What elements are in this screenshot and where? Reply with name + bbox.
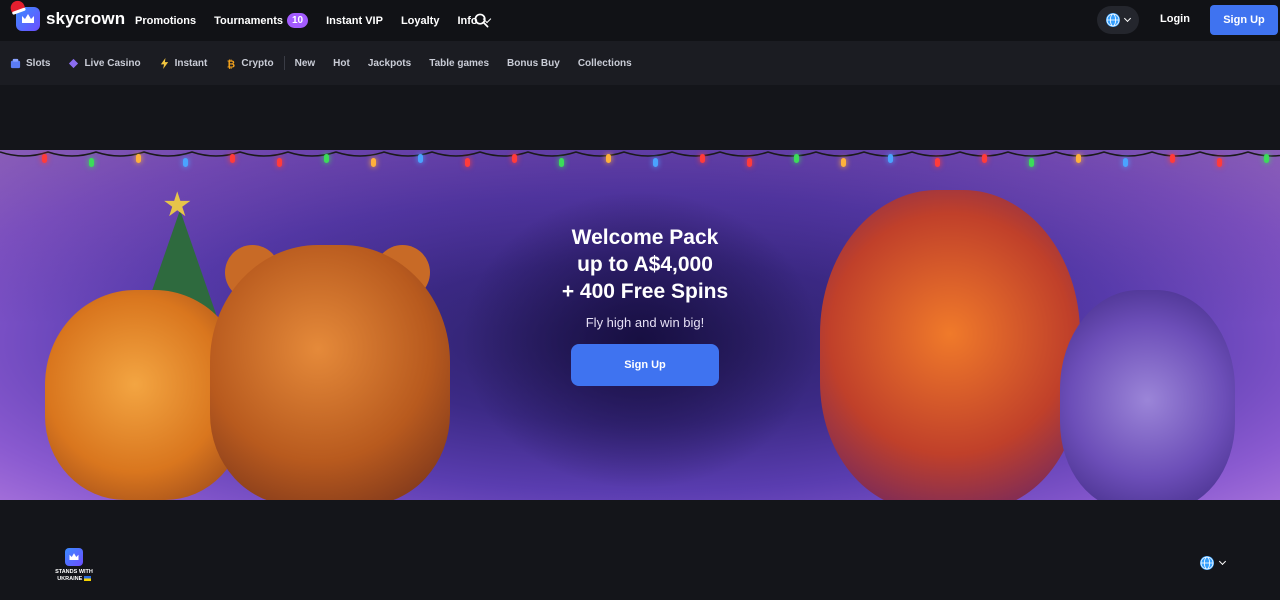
category-live-casino[interactable]: Live Casino xyxy=(68,57,141,69)
category-instant[interactable]: Instant xyxy=(159,57,208,69)
crown-logo-icon xyxy=(8,0,40,31)
light-bulb xyxy=(136,154,141,163)
hero-content: Welcome Pack up to A$4,000 + 400 Free Sp… xyxy=(500,224,790,386)
light-bulb xyxy=(700,154,705,163)
christmas-lights xyxy=(0,150,1280,180)
nav-instant-vip[interactable]: Instant VIP xyxy=(326,15,383,27)
wolf-image xyxy=(1060,290,1235,500)
nav-tournaments[interactable]: Tournaments 10 xyxy=(214,13,309,28)
light-bulb xyxy=(747,158,752,167)
tournaments-count-badge: 10 xyxy=(286,13,309,28)
light-bulb xyxy=(935,158,940,167)
light-bulb xyxy=(1123,158,1128,167)
nav-label: Instant VIP xyxy=(326,14,383,27)
category-label: Jackpots xyxy=(367,57,412,69)
bitcoin-icon: ₿ xyxy=(227,58,235,68)
live-casino-icon xyxy=(69,58,79,68)
light-bulb xyxy=(794,154,799,163)
light-wire xyxy=(0,151,1280,157)
light-bulb xyxy=(1029,158,1034,167)
ukraine-text: STANDS WITH UKRAINE xyxy=(48,569,100,583)
hero-subtitle: Fly high and win big! xyxy=(585,315,705,330)
light-bulb xyxy=(1076,154,1081,163)
category-label: Instant xyxy=(174,57,208,69)
stands-with-ukraine-badge[interactable]: STANDS WITH UKRAINE xyxy=(48,548,100,583)
category-label: Collections xyxy=(577,57,632,69)
light-bulb xyxy=(1264,154,1269,163)
ukraine-text-line: STANDS WITH xyxy=(55,569,93,575)
hero-title-line: + 400 Free Spins xyxy=(561,280,729,303)
light-bulb xyxy=(42,154,47,163)
crown-logo-icon xyxy=(65,548,83,566)
chevron-down-icon xyxy=(1218,557,1227,566)
category-bonus-buy[interactable]: Bonus Buy xyxy=(507,58,560,69)
hero-signup-button[interactable]: Sign Up xyxy=(571,344,719,386)
star-icon: ★ xyxy=(162,186,193,224)
lightning-icon xyxy=(160,57,168,69)
svg-text:₿: ₿ xyxy=(227,58,235,68)
category-new[interactable]: New xyxy=(295,58,316,69)
nav-label: Loyalty xyxy=(400,14,440,27)
light-bulb xyxy=(1170,154,1175,163)
main-nav: Promotions Tournaments 10 Instant VIP Loy… xyxy=(135,0,508,41)
chevron-down-icon xyxy=(1123,14,1132,23)
category-label: Slots xyxy=(26,57,51,69)
category-label: Crypto xyxy=(241,57,274,69)
category-label: Hot xyxy=(333,57,350,69)
light-bulb xyxy=(418,154,423,163)
hero-title-line: Welcome Pack xyxy=(571,226,719,249)
category-slots[interactable]: Slots xyxy=(10,58,50,69)
bear-image xyxy=(210,245,450,500)
nav-promotions[interactable]: Promotions xyxy=(135,15,196,27)
nav-label: Promotions xyxy=(135,14,197,27)
logo-text: skycrown xyxy=(46,9,126,28)
category-collections[interactable]: Collections xyxy=(578,58,632,69)
hero-title: Welcome Pack up to A$4,000 + 400 Free Sp… xyxy=(500,224,790,305)
globe-icon xyxy=(1106,13,1120,27)
light-bulb xyxy=(277,158,282,167)
nav-loyalty[interactable]: Loyalty xyxy=(401,15,440,27)
category-label: Live Casino xyxy=(84,57,141,69)
light-bulb xyxy=(653,158,658,167)
light-bulb xyxy=(230,154,235,163)
top-header: skycrown Promotions Tournaments 10 Instan… xyxy=(0,0,1280,41)
category-bar: Slots Live Casino Instant ₿ Crypto New H… xyxy=(0,41,1280,85)
search-icon[interactable] xyxy=(474,13,489,28)
light-bulb xyxy=(512,154,517,163)
category-label: Table games xyxy=(429,57,490,69)
light-bulb xyxy=(559,158,564,167)
light-bulb xyxy=(841,158,846,167)
language-selector[interactable] xyxy=(1097,6,1139,34)
light-bulb xyxy=(888,154,893,163)
globe-icon xyxy=(1200,556,1214,570)
category-divider xyxy=(283,56,285,70)
bison-image xyxy=(820,190,1080,500)
category-jackpots[interactable]: Jackpots xyxy=(368,58,411,69)
category-label: Bonus Buy xyxy=(507,57,560,69)
ukraine-text-line: UKRAINE xyxy=(57,576,83,582)
light-bulb xyxy=(183,158,188,167)
light-bulb xyxy=(324,154,329,163)
logo[interactable]: skycrown xyxy=(8,0,126,31)
light-bulb xyxy=(371,158,376,167)
category-table-games[interactable]: Table games xyxy=(429,58,489,69)
slots-icon xyxy=(10,58,21,68)
signup-button[interactable]: Sign Up xyxy=(1210,5,1278,35)
hero-banner: ★ Welcome Pack up to A$4,000 + 400 Free … xyxy=(0,150,1280,500)
category-label: New xyxy=(294,57,316,69)
footer-language-selector[interactable] xyxy=(1200,556,1227,570)
light-bulb xyxy=(982,154,987,163)
ukraine-flag-icon xyxy=(83,576,91,582)
light-bulb xyxy=(465,158,470,167)
hero-title-line: up to A$4,000 xyxy=(577,253,713,276)
category-hot[interactable]: Hot xyxy=(333,58,350,69)
category-crypto[interactable]: ₿ Crypto xyxy=(225,58,273,69)
login-link[interactable]: Login xyxy=(1160,13,1190,25)
nav-label: Tournaments xyxy=(214,14,283,27)
light-bulb xyxy=(1217,158,1222,167)
light-bulb xyxy=(89,158,94,167)
light-bulb xyxy=(606,154,611,163)
